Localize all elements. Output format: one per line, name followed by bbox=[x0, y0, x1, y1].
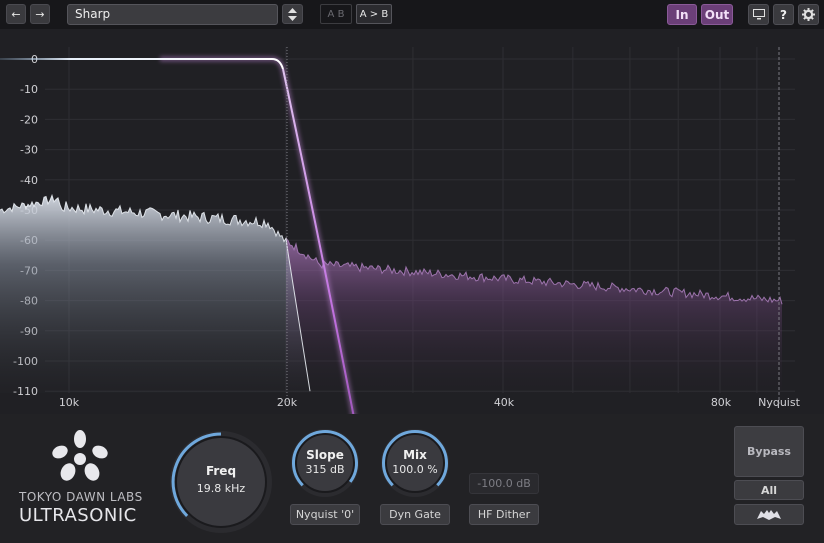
dither-level-field[interactable]: -100.0 dB bbox=[469, 473, 539, 494]
in-button[interactable]: In bbox=[667, 4, 697, 25]
input-spectrum bbox=[0, 195, 310, 393]
mix-knob[interactable]: Mix 100.0 % bbox=[377, 428, 453, 500]
x-tick-label: 40k bbox=[494, 396, 515, 409]
all-button[interactable]: All bbox=[734, 480, 804, 500]
arrow-right-icon[interactable]: → bbox=[30, 4, 50, 24]
dyn-gate-button[interactable]: Dyn Gate bbox=[380, 504, 450, 525]
gear-icon[interactable] bbox=[798, 4, 819, 25]
mix-value: 100.0 % bbox=[392, 463, 437, 476]
help-icon[interactable]: ? bbox=[773, 4, 794, 25]
brand-product: ULTRASONIC bbox=[19, 505, 137, 526]
arrow-left-icon[interactable]: ← bbox=[6, 4, 26, 24]
preset-selector[interactable]: Sharp bbox=[67, 4, 278, 25]
brand-company: TOKYO DAWN LABS bbox=[19, 490, 143, 504]
a-to-b-button[interactable]: A > B bbox=[356, 4, 392, 24]
freq-knob[interactable]: Freq 19.8 kHz bbox=[167, 428, 275, 536]
slope-value: 315 dB bbox=[305, 463, 344, 476]
y-tick-label: -20 bbox=[20, 113, 38, 126]
x-tick-label: 10k bbox=[59, 396, 80, 409]
hf-dither-button[interactable]: HF Dither bbox=[469, 504, 539, 525]
spectrum-graph[interactable]: 0-10-20-30-40-50-60-70-80-90-100-110 10k… bbox=[0, 29, 824, 414]
y-tick-label: -30 bbox=[20, 144, 38, 157]
slope-knob[interactable]: Slope 315 dB bbox=[287, 428, 363, 500]
tokyo-dawn-labs-logo-icon bbox=[52, 430, 108, 481]
slope-label: Slope bbox=[306, 448, 344, 462]
y-tick-label: -40 bbox=[20, 174, 38, 187]
bat-logo-button[interactable] bbox=[734, 504, 804, 525]
x-tick-label: 20k bbox=[277, 396, 298, 409]
mix-label: Mix bbox=[403, 448, 427, 462]
toolbar: ← → Sharp A B A > B In Out ? bbox=[0, 0, 824, 30]
preset-name: Sharp bbox=[75, 7, 111, 21]
ab-toggle[interactable]: A B bbox=[320, 4, 352, 24]
bat-icon bbox=[757, 509, 781, 520]
out-button[interactable]: Out bbox=[701, 4, 733, 25]
up-down-icon[interactable] bbox=[282, 4, 303, 24]
freq-label: Freq bbox=[206, 464, 236, 478]
x-tick-label: 80k bbox=[711, 396, 732, 409]
bypass-button[interactable]: Bypass bbox=[734, 426, 804, 477]
monitor-icon[interactable] bbox=[748, 4, 769, 25]
nyquist-zero-button[interactable]: Nyquist '0' bbox=[290, 504, 360, 525]
y-tick-label: -10 bbox=[20, 83, 38, 96]
freq-value: 19.8 kHz bbox=[197, 482, 246, 495]
